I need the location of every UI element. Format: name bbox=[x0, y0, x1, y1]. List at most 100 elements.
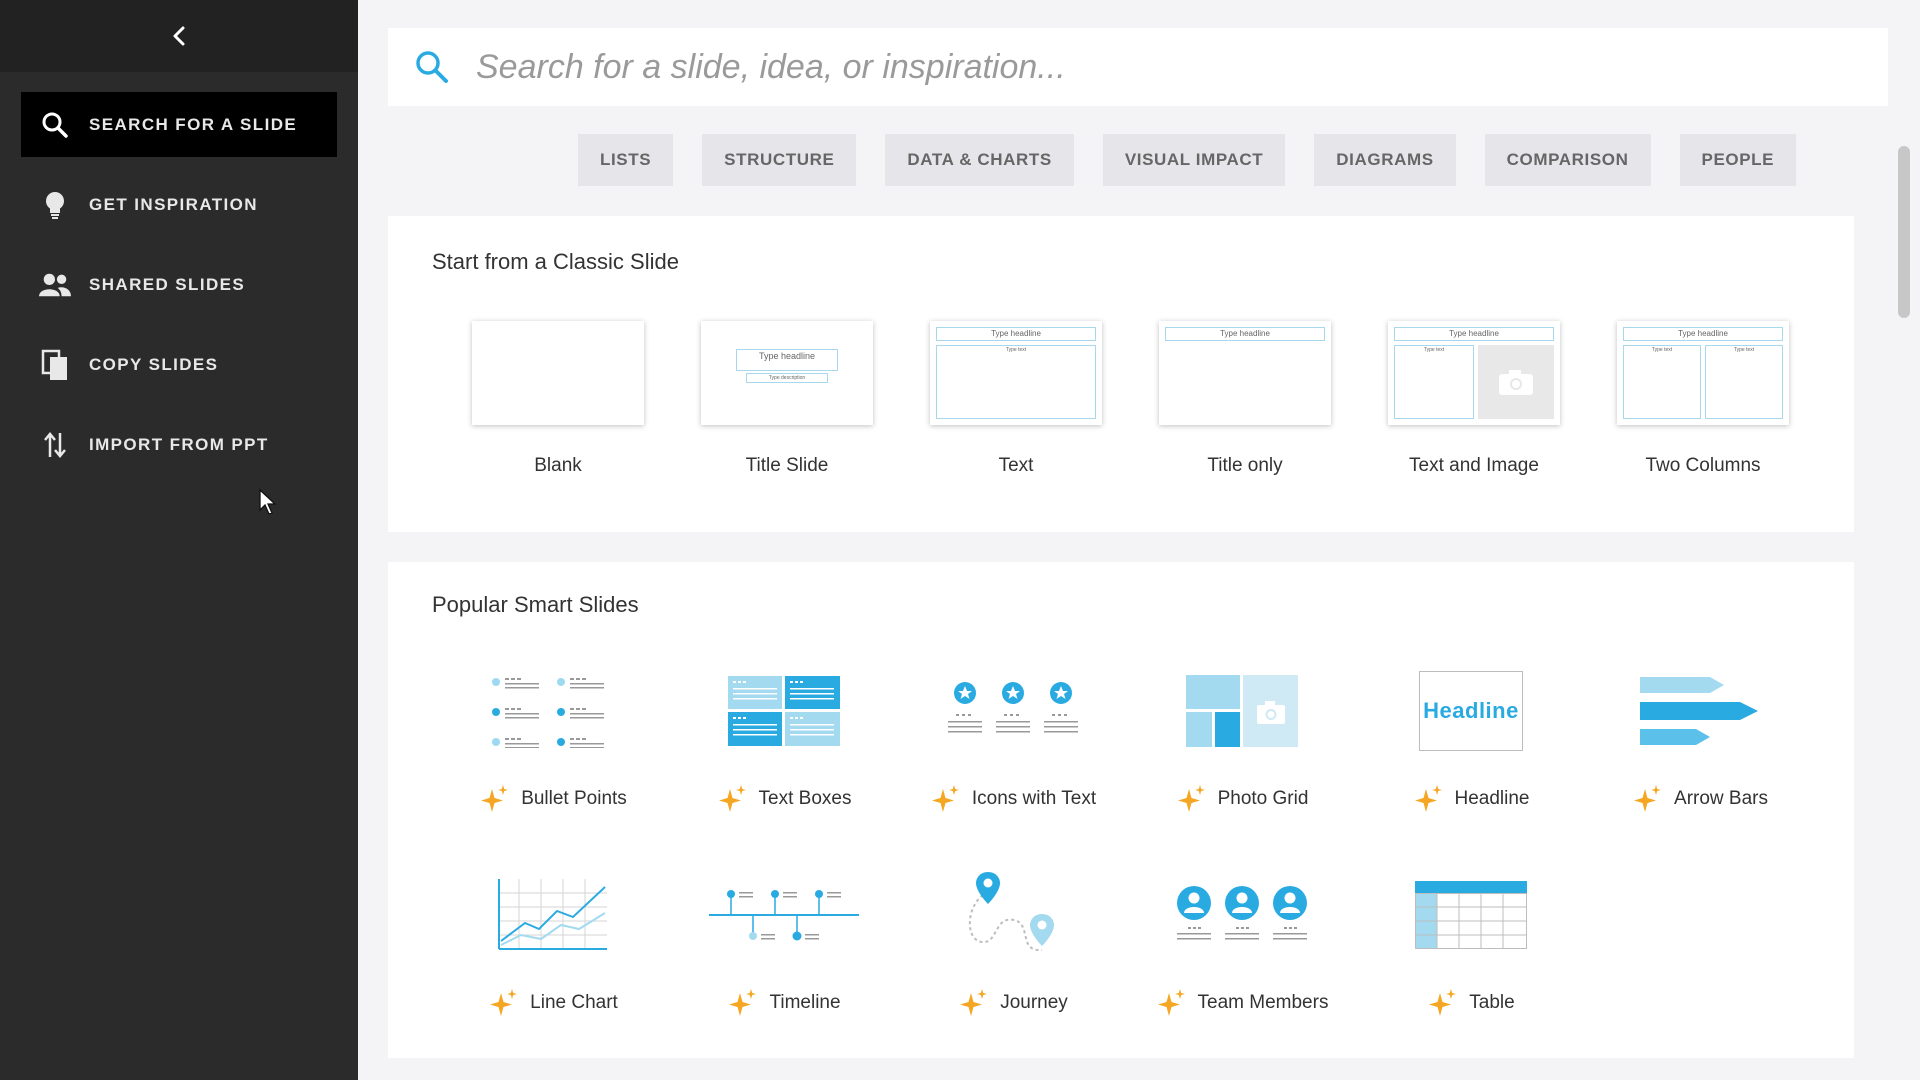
smart-slide-label: Bullet Points bbox=[443, 784, 663, 814]
smart-slide-headline[interactable]: Headline Headline bbox=[1361, 666, 1581, 814]
filter-lists[interactable]: LISTS bbox=[578, 134, 674, 186]
filter-people[interactable]: PEOPLE bbox=[1679, 134, 1797, 186]
smart-slide-journey[interactable]: Journey bbox=[903, 870, 1123, 1018]
filter-data-charts[interactable]: DATA & CHARTS bbox=[885, 134, 1074, 186]
smart-slide-arrow-bars[interactable]: Arrow Bars bbox=[1590, 666, 1810, 814]
sparkle-icon bbox=[1427, 988, 1457, 1018]
classic-slide-text[interactable]: Type headline Type text Text bbox=[916, 321, 1116, 477]
icons-with-text-icon bbox=[903, 666, 1123, 756]
classic-slides-panel: Start from a Classic Slide Blank Type he… bbox=[388, 216, 1854, 532]
import-icon bbox=[39, 429, 71, 461]
smart-slide-bullet-points[interactable]: Bullet Points bbox=[443, 666, 663, 814]
sidebar-header bbox=[0, 0, 358, 72]
headline-thumb-text: Headline bbox=[1419, 671, 1523, 751]
smart-slide-label: Table bbox=[1361, 988, 1581, 1018]
classic-slide-label: Text bbox=[998, 455, 1034, 476]
thumb-headline: Type headline bbox=[736, 349, 838, 371]
smart-slide-label: Team Members bbox=[1132, 988, 1352, 1018]
filter-comparison[interactable]: COMPARISON bbox=[1484, 134, 1651, 186]
slide-thumbnail bbox=[472, 321, 644, 425]
sidebar-nav: SEARCH FOR A SLIDE GET INSPIRATION SHARE… bbox=[0, 72, 358, 477]
sidebar-item-label: COPY SLIDES bbox=[89, 354, 219, 374]
classic-slide-two-columns[interactable]: Type headline Type text Type text Two Co… bbox=[1603, 321, 1803, 477]
smart-slide-label-text: Arrow Bars bbox=[1674, 788, 1768, 809]
smart-slide-label-text: Journey bbox=[1000, 992, 1068, 1013]
text-boxes-icon bbox=[674, 666, 894, 756]
smart-slide-text-boxes[interactable]: Text Boxes bbox=[674, 666, 894, 814]
classic-slide-label: Title only bbox=[1207, 455, 1283, 476]
classic-slide-title-slide[interactable]: Type headline Type description Title Sli… bbox=[687, 321, 887, 477]
smart-slide-label: Line Chart bbox=[443, 988, 663, 1018]
journey-icon bbox=[903, 870, 1123, 960]
smart-slide-label-text: Table bbox=[1469, 992, 1515, 1013]
mouse-cursor-icon bbox=[259, 488, 277, 515]
chevron-left-icon bbox=[173, 26, 185, 46]
smart-slide-label: Text Boxes bbox=[674, 784, 894, 814]
smart-slide-label-text: Icons with Text bbox=[971, 788, 1097, 809]
sidebar-item-copy-slides[interactable]: COPY SLIDES bbox=[21, 332, 337, 397]
smart-slide-line-chart[interactable]: Line Chart bbox=[443, 870, 663, 1018]
classic-slide-title-only[interactable]: Type headline Title only bbox=[1145, 321, 1345, 477]
thumb-headline: Type headline bbox=[1623, 327, 1783, 341]
sidebar: SEARCH FOR A SLIDE GET INSPIRATION SHARE… bbox=[0, 0, 358, 1080]
thumb-photo-placeholder bbox=[1478, 345, 1554, 419]
search-input[interactable] bbox=[476, 47, 1776, 87]
headline-thumbnail: Headline bbox=[1361, 666, 1581, 756]
slide-thumbnail: Type headline Type text Type text bbox=[1617, 321, 1789, 425]
camera-icon bbox=[1499, 370, 1533, 395]
smart-slide-label-text: Bullet Points bbox=[521, 788, 627, 809]
smart-slide-label-text: Headline bbox=[1454, 788, 1530, 809]
smart-slide-label-text: Timeline bbox=[769, 992, 841, 1013]
filter-diagrams[interactable]: DIAGRAMS bbox=[1314, 134, 1456, 186]
classic-slide-label: Two Columns bbox=[1645, 455, 1761, 476]
smart-slide-timeline[interactable]: Timeline bbox=[674, 870, 894, 1018]
sidebar-item-label: SEARCH FOR A SLIDE bbox=[89, 114, 298, 134]
thumb-description: Type description bbox=[746, 373, 828, 383]
scrollbar-thumb[interactable] bbox=[1898, 146, 1910, 318]
sidebar-item-search-for-a-slide[interactable]: SEARCH FOR A SLIDE bbox=[21, 92, 337, 157]
slide-thumbnail: Type headline Type description bbox=[701, 321, 873, 425]
sparkle-icon bbox=[1156, 988, 1186, 1018]
people-icon bbox=[39, 269, 71, 301]
smart-slide-label-text: Photo Grid bbox=[1217, 788, 1309, 809]
sparkle-icon bbox=[1632, 784, 1662, 814]
slide-thumbnail: Type headline bbox=[1159, 321, 1331, 425]
classic-slide-blank[interactable]: Blank bbox=[458, 321, 658, 477]
sidebar-item-get-inspiration[interactable]: GET INSPIRATION bbox=[21, 172, 337, 237]
classic-slide-text-and-image[interactable]: Type headline Type text Text and Image bbox=[1374, 321, 1574, 477]
lightbulb-icon bbox=[39, 189, 71, 221]
copy-icon bbox=[39, 349, 71, 381]
thumb-headline: Type headline bbox=[936, 327, 1096, 341]
search-icon bbox=[412, 47, 452, 87]
search-icon bbox=[39, 109, 71, 141]
sparkle-icon bbox=[958, 988, 988, 1018]
arrow-bars-icon bbox=[1590, 666, 1810, 756]
sidebar-item-label: IMPORT FROM PPT bbox=[89, 434, 269, 454]
smart-slide-photo-grid[interactable]: Photo Grid bbox=[1132, 666, 1352, 814]
timeline-icon bbox=[674, 870, 894, 960]
filter-structure[interactable]: STRUCTURE bbox=[702, 134, 857, 186]
category-filters: LISTS STRUCTURE DATA & CHARTS VISUAL IMP… bbox=[578, 134, 1797, 186]
thumb-column-right: Type text bbox=[1705, 345, 1783, 419]
thumb-headline: Type headline bbox=[1165, 327, 1325, 341]
smart-slide-label: Headline bbox=[1361, 784, 1581, 814]
sparkle-icon bbox=[930, 784, 960, 814]
classic-slide-label: Blank bbox=[534, 455, 582, 476]
sidebar-item-label: SHARED SLIDES bbox=[89, 274, 246, 294]
collapse-sidebar-button[interactable] bbox=[159, 16, 199, 56]
smart-slide-label: Icons with Text bbox=[903, 784, 1123, 814]
smart-slide-team-members[interactable]: Team Members bbox=[1132, 870, 1352, 1018]
thumb-column-left: Type text bbox=[1623, 345, 1701, 419]
smart-slide-label: Journey bbox=[903, 988, 1123, 1018]
line-chart-icon bbox=[443, 870, 663, 960]
sidebar-item-import-from-ppt[interactable]: IMPORT FROM PPT bbox=[21, 412, 337, 477]
smart-slide-icons-with-text[interactable]: Icons with Text bbox=[903, 666, 1123, 814]
filter-visual-impact[interactable]: VISUAL IMPACT bbox=[1102, 134, 1286, 186]
slide-thumbnail: Type headline Type text bbox=[930, 321, 1102, 425]
smart-slide-table[interactable]: Table bbox=[1361, 870, 1581, 1018]
smart-slide-label: Photo Grid bbox=[1132, 784, 1352, 814]
table-icon bbox=[1361, 870, 1581, 960]
sidebar-item-shared-slides[interactable]: SHARED SLIDES bbox=[21, 252, 337, 317]
section-title: Popular Smart Slides bbox=[432, 592, 639, 617]
sparkle-icon bbox=[479, 784, 509, 814]
